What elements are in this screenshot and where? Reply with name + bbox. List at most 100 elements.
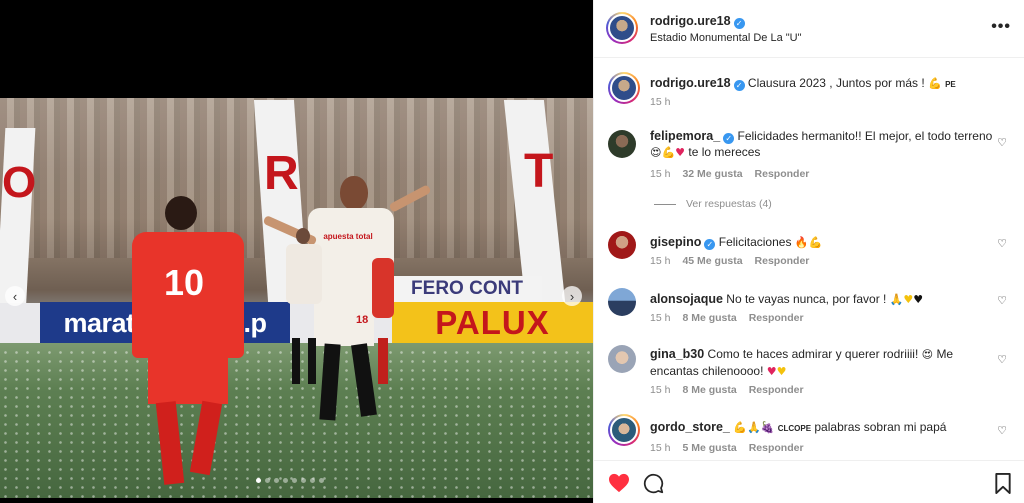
comment-likes[interactable]: 8 Me gusta — [682, 312, 736, 324]
author-username[interactable]: rodrigo.ure18 — [650, 14, 731, 28]
player-red-10: 10 — [122, 196, 252, 496]
player-bg-red — [372, 258, 394, 388]
folded-hands-emoji: 🙏 — [746, 421, 761, 434]
commenter-username[interactable]: gisepino — [650, 235, 701, 249]
post-media: O R T FERO CONT marathon.com.p PALUX 10 … — [0, 0, 593, 503]
carousel-dots — [256, 478, 324, 483]
comment-likes[interactable]: 45 Me gusta — [682, 255, 742, 267]
comment-text: No te vayas nunca, por favor ! — [726, 292, 887, 306]
comment-reply-button[interactable]: Responder — [755, 168, 810, 180]
next-photo-button[interactable]: › — [562, 286, 582, 306]
post-location[interactable]: Estadio Monumental De La "U" — [650, 32, 802, 44]
commenter-avatar[interactable] — [608, 288, 636, 316]
jersey-number-white: 18 — [356, 314, 369, 326]
heart-eyes-emoji: 😍 — [650, 146, 662, 159]
commenter-avatar[interactable] — [608, 414, 640, 446]
grapes-emoji: 🍇 — [760, 421, 775, 434]
more-options-button[interactable]: ••• — [991, 18, 1011, 36]
comment-like-heart-icon[interactable]: ♡ — [996, 294, 1008, 307]
verified-badge-icon: ✓ — [733, 80, 745, 91]
comment-meta: 15 h 45 Me gusta Responder — [650, 255, 809, 267]
prev-photo-button[interactable]: ‹ — [5, 286, 25, 306]
carousel-dot[interactable] — [256, 478, 261, 483]
caption-text: Clausura 2023 , Juntos por más ! — [747, 76, 925, 90]
verified-badge-icon: ✓ — [723, 133, 735, 144]
chevron-right-icon: › — [569, 288, 575, 304]
post-photo[interactable]: O R T FERO CONT marathon.com.p PALUX 10 … — [0, 98, 593, 498]
carousel-dot[interactable] — [265, 478, 270, 483]
comment-button[interactable] — [643, 473, 664, 497]
comment-text: Felicidades hermanito!! El mejor, el tod… — [737, 129, 993, 143]
comment-like-heart-icon[interactable]: ♡ — [996, 136, 1008, 149]
comment-reply-button[interactable]: Responder — [749, 384, 804, 396]
flexed-biceps-emoji: 💪 — [808, 236, 823, 249]
black-heart-emoji: ♥ — [913, 293, 924, 306]
heart-icon — [609, 473, 629, 493]
caption-username[interactable]: rodrigo.ure18 — [650, 76, 731, 90]
author-avatar[interactable] — [606, 12, 638, 44]
comment-text: Como te haces admirar y querer rodriiii! — [707, 347, 919, 361]
comment-item: felipemora_ ✓ Felicidades hermanito!! El … — [608, 128, 1008, 184]
comment-reply-button[interactable]: Responder — [755, 255, 810, 267]
comment-like-heart-icon[interactable]: ♡ — [996, 353, 1008, 366]
carousel-dot[interactable] — [292, 478, 297, 483]
commenter-username[interactable]: gordo_store_ — [650, 420, 730, 434]
view-replies-button[interactable]: Ver respuestas (4) — [654, 198, 772, 210]
verified-badge-icon: ✓ — [733, 18, 745, 29]
flexed-biceps-emoji: 💪 — [928, 77, 942, 90]
comment-time: 15 h — [650, 442, 671, 454]
comment-likes[interactable]: 32 Me gusta — [682, 168, 742, 180]
commenter-username[interactable]: gina_b30 — [650, 347, 704, 361]
commenter-avatar[interactable] — [608, 345, 636, 373]
comment-reply-button[interactable]: Responder — [749, 312, 804, 324]
yellow-heart-emoji: ♥ — [903, 293, 914, 306]
jersey-number-red: 10 — [164, 262, 205, 303]
bookmark-icon — [995, 473, 1011, 494]
caption-meta: 15 h — [650, 96, 670, 108]
comment-like-heart-icon[interactable]: ♡ — [996, 237, 1008, 250]
folded-hands-emoji: 🙏 — [889, 293, 904, 306]
comment-icon — [643, 473, 664, 494]
view-replies-label: Ver respuestas (4) — [686, 198, 772, 210]
carousel-dot[interactable] — [283, 478, 288, 483]
post-caption: rodrigo.ure18 ✓ Clausura 2023 , Juntos po… — [608, 72, 1008, 112]
caption-avatar[interactable] — [608, 72, 640, 104]
player-white-18: apuesta total 18 — [258, 176, 432, 496]
comment-time: 15 h — [650, 384, 671, 396]
carousel-dot[interactable] — [301, 478, 306, 483]
commenter-username[interactable]: felipemora_ — [650, 129, 720, 143]
comment-reply-button[interactable]: Responder — [749, 442, 804, 454]
like-button[interactable] — [608, 473, 630, 496]
comment-item: alonsojaque No te vayas nunca, por favor… — [608, 288, 1008, 328]
yellow-heart-emoji: ♥ — [776, 365, 787, 378]
comment-text: palabras sobran mi papá — [814, 420, 947, 434]
carousel-dot[interactable] — [310, 478, 315, 483]
caption-tag: PE — [945, 80, 956, 89]
comment-meta: 15 h 8 Me gusta Responder — [650, 312, 804, 324]
commenter-avatar[interactable] — [608, 231, 636, 259]
comment-likes[interactable]: 5 Me gusta — [682, 442, 736, 454]
comment-item: gisepino ✓ Felicitaciones 🔥💪 15 h 45 Me g… — [608, 231, 1008, 271]
post-actions-bar — [594, 460, 1024, 503]
comment-time: 15 h — [650, 168, 671, 180]
comment-meta: 15 h 8 Me gusta Responder — [650, 384, 804, 396]
flexed-biceps-emoji: 💪 — [733, 421, 747, 434]
comment-text-tail: te lo mereces — [688, 145, 761, 159]
post-header: rodrigo.ure18 ✓ Estadio Monumental De La … — [594, 0, 1024, 58]
comment-time: 15 h — [650, 312, 671, 324]
post-panel: rodrigo.ure18 ✓ Estadio Monumental De La … — [593, 0, 1024, 503]
comment-likes[interactable]: 8 Me gusta — [682, 384, 736, 396]
comment-item: gina_b30 Como te haces admirar y querer … — [608, 345, 1008, 401]
comment-like-heart-icon[interactable]: ♡ — [996, 424, 1008, 437]
save-button[interactable] — [994, 473, 1012, 497]
replies-divider — [654, 203, 676, 205]
comment-meta: 15 h 32 Me gusta Responder — [650, 168, 809, 180]
commenter-avatar[interactable] — [608, 130, 636, 158]
carousel-dot[interactable] — [274, 478, 279, 483]
flexed-biceps-emoji: 💪 — [661, 146, 676, 159]
pillar-letter-right: T — [524, 145, 554, 198]
commenter-username[interactable]: alonsojaque — [650, 292, 723, 306]
fire-emoji: 🔥 — [794, 236, 809, 249]
verified-badge-icon: ✓ — [704, 239, 716, 250]
carousel-dot[interactable] — [319, 478, 324, 483]
